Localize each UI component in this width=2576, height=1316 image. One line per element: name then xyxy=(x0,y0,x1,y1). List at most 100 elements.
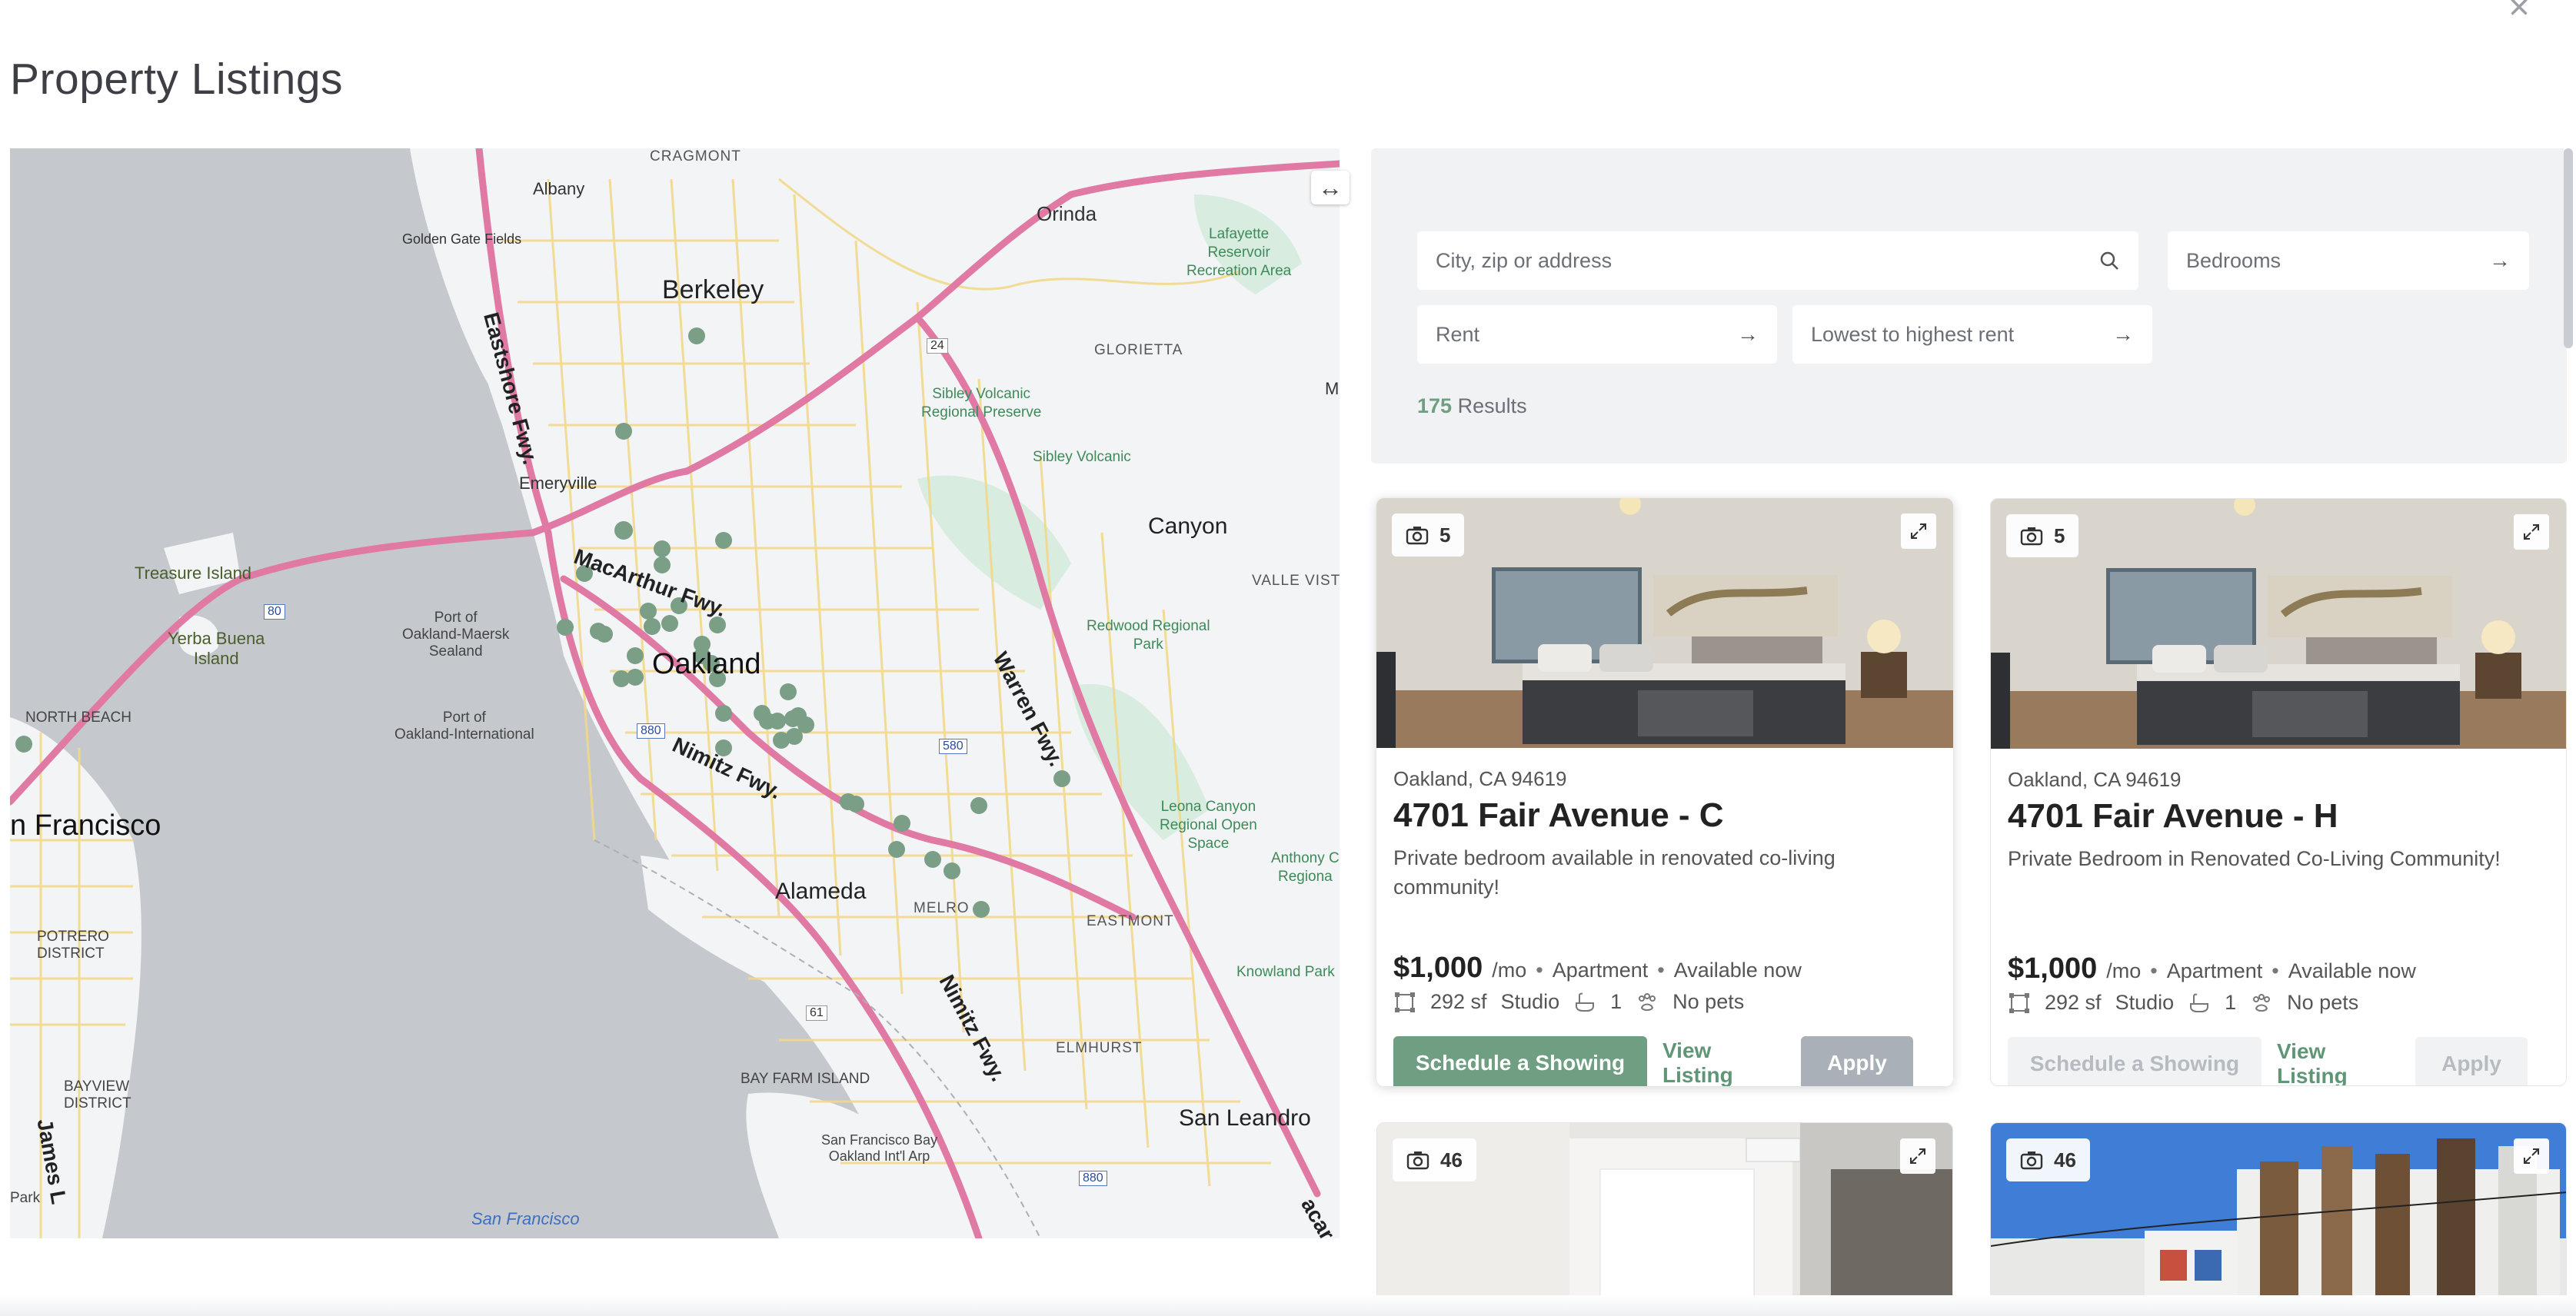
area-icon xyxy=(1395,992,1415,1012)
listing-photo[interactable]: 46 xyxy=(1991,1123,2566,1306)
map-label: Port of Oakland-Maersk Sealand xyxy=(402,610,510,660)
map-label: BAY FARM ISLAND xyxy=(741,1071,870,1087)
listing-photo[interactable]: 5 xyxy=(1376,498,1953,748)
map-label: Berkeley xyxy=(662,275,764,304)
paw-icon xyxy=(2253,993,2271,1012)
bathrooms: 1 xyxy=(2225,991,2237,1014)
scrollbar[interactable] xyxy=(2564,148,2573,348)
listing-price: $1,000 xyxy=(2008,952,2098,985)
map-label: 880 xyxy=(637,723,665,739)
map-label: CRAGMONT xyxy=(650,148,741,164)
map-label: POTRERO DISTRICT xyxy=(37,929,109,962)
listing-photo[interactable]: 46 xyxy=(1377,1123,1952,1306)
view-listing-button[interactable]: View Listing xyxy=(1662,1036,1786,1086)
map-label: San Francisco xyxy=(471,1209,580,1228)
search-field[interactable]: City, zip or address xyxy=(1417,231,2138,290)
map-label: Port of Oakland-International xyxy=(394,710,534,743)
separator: • xyxy=(1657,959,1665,982)
map[interactable]: CRAGMONT Albany Golden Gate Fields Orind… xyxy=(10,148,1340,1238)
listing-location: Oakland, CA 94619 xyxy=(1393,767,1567,790)
map-label: Sibley Volcanic xyxy=(1033,449,1131,465)
listing-card[interactable]: 46 xyxy=(1990,1122,2567,1307)
bedrooms-label: Bedrooms xyxy=(2186,248,2281,272)
listing-card[interactable]: 46 xyxy=(1376,1122,1953,1307)
arrow-right-icon: → xyxy=(2489,248,2511,272)
photo-count-badge: 46 xyxy=(2006,1138,2090,1181)
page-title: Property Listings xyxy=(10,55,344,104)
listing-description: Private bedroom available in renovated c… xyxy=(1393,846,1835,899)
photo-count: 5 xyxy=(2054,523,2065,547)
bedrooms-filter[interactable]: Bedrooms → xyxy=(2168,231,2529,290)
search-icon xyxy=(2100,251,2118,270)
listing-title[interactable]: 4701 Fair Avenue - H xyxy=(2008,797,2338,836)
map-label: Emeryville xyxy=(519,474,597,493)
map-label: Leona Canyon Regional Open Space xyxy=(1160,799,1257,852)
search-input[interactable]: City, zip or address xyxy=(1436,249,2098,273)
expand-photo-button[interactable] xyxy=(2514,1138,2549,1174)
map-label: Canyon xyxy=(1148,513,1228,539)
rent-filter[interactable]: Rent → xyxy=(1417,305,1777,364)
availability: Available now xyxy=(1673,959,1802,982)
apply-button[interactable]: Apply xyxy=(1801,1036,1913,1086)
photo-count-badge: 5 xyxy=(2006,514,2079,557)
map-label: MELRO xyxy=(914,900,970,916)
map-label: Treasure Island xyxy=(135,563,252,583)
listing-card[interactable]: 5 Oakland, CA 94619 4701 Fair Avenue - H… xyxy=(1990,498,2567,1086)
map-label: 24 xyxy=(927,338,948,354)
expand-icon xyxy=(1911,523,1926,539)
expand-map-button[interactable]: ↔ xyxy=(1311,171,1350,204)
results-label: Results xyxy=(1457,394,1527,417)
listing-location: Oakland, CA 94619 xyxy=(2008,768,2182,791)
schedule-showing-button[interactable]: Schedule a Showing xyxy=(1393,1036,1647,1086)
map-label: Yerba Buena Island xyxy=(168,629,265,668)
close-icon[interactable]: × xyxy=(2508,0,2530,26)
expand-photo-button[interactable] xyxy=(2514,514,2549,550)
expand-photo-button[interactable] xyxy=(1901,513,1936,549)
map-label: n Francisco xyxy=(10,809,161,842)
bedrooms: Studio xyxy=(2115,991,2175,1014)
separator: • xyxy=(1536,959,1543,982)
map-label: Alameda xyxy=(775,879,867,904)
card-actions: Schedule a Showing View Listing Apply xyxy=(1393,1036,1913,1086)
map-label: Knowland Park xyxy=(1236,964,1335,980)
map-label: VALLE VISTA xyxy=(1252,573,1340,589)
map-label: Orinda xyxy=(1037,202,1097,225)
expand-photo-button[interactable] xyxy=(1900,1138,1935,1174)
spec-row: 292 sf Studio 1 No pets xyxy=(1393,990,1744,1014)
photo-count: 5 xyxy=(1439,523,1451,547)
property-type: Apartment xyxy=(2166,959,2263,982)
schedule-showing-button[interactable]: Schedule a Showing xyxy=(2008,1037,2261,1085)
price-period: /mo xyxy=(1492,959,1527,982)
map-canvas[interactable] xyxy=(10,148,1340,1238)
map-label: San Francisco Bay Oakland Int'l Arp xyxy=(821,1132,938,1164)
price-row: $1,000 /mo • Apartment • Available now xyxy=(2008,952,2416,985)
map-label: BAYVIEW DISTRICT xyxy=(64,1078,131,1112)
photo-count: 46 xyxy=(2054,1148,2076,1171)
view-listing-button[interactable]: View Listing xyxy=(2277,1037,2400,1085)
rent-label: Rent xyxy=(1436,322,1480,346)
apply-button[interactable]: Apply xyxy=(2415,1037,2528,1085)
map-label: EASTMONT xyxy=(1087,913,1174,929)
property-type: Apartment xyxy=(1552,959,1649,982)
listing-photo[interactable]: 5 xyxy=(1991,499,2566,749)
availability: Available now xyxy=(2288,959,2416,982)
camera-icon xyxy=(1406,527,1429,545)
sort-select[interactable]: Lowest to highest rent → xyxy=(1792,305,2152,364)
bathrooms: 1 xyxy=(1610,990,1622,1013)
price-row: $1,000 /mo • Apartment • Available now xyxy=(1393,952,1802,985)
photo-count-badge: 46 xyxy=(1393,1138,1476,1181)
listing-title[interactable]: 4701 Fair Avenue - C xyxy=(1393,796,1724,835)
bedrooms: Studio xyxy=(1500,990,1560,1013)
expand-icon xyxy=(2524,1148,2539,1164)
map-label: NORTH BEACH xyxy=(25,710,131,726)
separator: • xyxy=(2150,959,2158,982)
map-label: Redwood Regional Park xyxy=(1087,618,1210,653)
paw-icon xyxy=(1639,992,1656,1011)
map-label: 80 xyxy=(264,604,285,620)
map-label: Sibley Volcanic Regional Preserve xyxy=(921,386,1042,420)
listing-card[interactable]: 5 Oakland, CA 94619 4701 Fair Avenue - C… xyxy=(1376,498,1953,1086)
price-period: /mo xyxy=(2106,959,2142,982)
separator: • xyxy=(2271,959,2279,982)
expand-icon xyxy=(1910,1148,1925,1164)
map-label: 580 xyxy=(939,739,967,754)
